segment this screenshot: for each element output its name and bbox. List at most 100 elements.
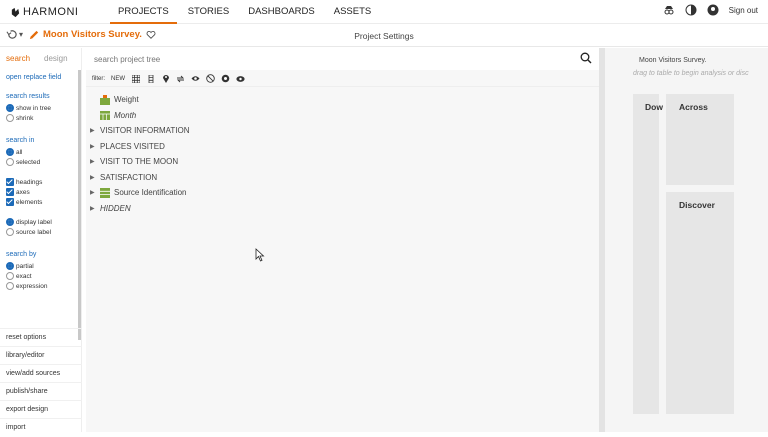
column-icon[interactable]: [146, 74, 155, 83]
tree-folder-source-identification[interactable]: ▶ Source Identification: [86, 185, 600, 201]
discover-label: Discover: [679, 200, 715, 210]
checkbox-checked-icon: [6, 198, 14, 206]
tree-folder-hidden[interactable]: ▶ HIDDEN: [86, 201, 600, 217]
down-drop-zone[interactable]: Dow: [633, 94, 663, 414]
publish-share-link[interactable]: publish/share: [0, 382, 82, 400]
radio-label: show in tree: [16, 104, 52, 112]
tree-item-month[interactable]: Month: [86, 108, 600, 124]
checkbox-checked-icon: [6, 178, 14, 186]
tree-folder-visitor-information[interactable]: ▶ VISITOR INFORMATION: [86, 123, 600, 139]
history-button[interactable]: ▾: [6, 29, 23, 40]
import-link[interactable]: import: [0, 418, 82, 436]
radio-label: shrink: [16, 114, 34, 122]
main-nav: PROJECTS STORIES DASHBOARDS ASSETS: [110, 0, 382, 24]
radio-selected-icon: [6, 262, 14, 270]
expand-triangle-icon[interactable]: ▶: [90, 143, 100, 150]
heart-icon[interactable]: [146, 30, 156, 40]
project-tree: Weight Month ▶ VISITOR INFORMATION ▶ PLACE…: [86, 92, 600, 216]
expand-triangle-icon[interactable]: ▶: [90, 189, 100, 196]
check-label: axes: [16, 188, 30, 196]
check-label: elements: [16, 198, 43, 206]
tree-item-weight[interactable]: Weight: [86, 92, 600, 108]
export-design-link[interactable]: export design: [0, 400, 82, 418]
left-scrollbar[interactable]: [78, 70, 81, 340]
tree-item-label: VISIT TO THE MOON: [100, 157, 179, 167]
weight-variable-icon: [100, 94, 110, 105]
project-tree-panel: filter: NEW Weight Month ▶VISITOR INFORM…: [86, 48, 600, 432]
library-editor-link[interactable]: library/editor: [0, 346, 82, 364]
discover-drop-zone[interactable]: Discover: [666, 192, 734, 414]
swap-icon[interactable]: [176, 74, 185, 83]
left-actions: reset options library/editor view/add so…: [0, 328, 82, 436]
pin-icon[interactable]: [161, 74, 170, 83]
filter-toolbar: filter: NEW: [86, 71, 600, 87]
hide-icon[interactable]: [206, 74, 215, 83]
expand-triangle-icon[interactable]: ▶: [90, 158, 100, 165]
nav-stories[interactable]: STORIES: [180, 0, 238, 24]
toggle-visibility-icon[interactable]: [236, 74, 245, 83]
table-variable-icon: [100, 187, 110, 198]
radio-expression[interactable]: expression: [6, 281, 78, 291]
search-by-heading: search by: [6, 251, 37, 258]
view-add-sources-link[interactable]: view/add sources: [0, 364, 82, 382]
app-logo[interactable]: HARMONI: [10, 6, 78, 18]
tree-item-label: SATISFACTION: [100, 172, 158, 182]
radio-exact[interactable]: exact: [6, 271, 78, 281]
tree-folder-visit-to-the-moon[interactable]: ▶ VISIT TO THE MOON: [86, 154, 600, 170]
tree-folder-places-visited[interactable]: ▶ PLACES VISITED: [86, 139, 600, 155]
drag-hint: drag to table to begin analysis or disc: [633, 70, 749, 77]
expand-triangle-icon[interactable]: ▶: [90, 205, 100, 212]
open-replace-link[interactable]: open replace field: [6, 74, 78, 81]
radio-display-label[interactable]: display label: [6, 217, 78, 227]
across-label: Across: [679, 102, 708, 112]
radio-empty-icon: [6, 114, 14, 122]
search-icon[interactable]: [580, 52, 592, 64]
radio-selected[interactable]: selected: [6, 157, 78, 167]
radio-empty-icon: [6, 282, 14, 290]
spy-icon[interactable]: [663, 4, 675, 16]
tree-folder-satisfaction[interactable]: ▶ SATISFACTION: [86, 170, 600, 186]
left-tabs: search design: [0, 48, 81, 70]
radio-shrink[interactable]: shrink: [6, 113, 78, 123]
expand-triangle-icon[interactable]: ▶: [90, 127, 100, 134]
across-drop-zone[interactable]: Across: [666, 94, 734, 185]
down-label: Dow: [645, 102, 663, 112]
visible-icon[interactable]: [221, 74, 230, 83]
search-in-heading: search in: [6, 137, 35, 144]
tree-search-input[interactable]: [94, 52, 574, 66]
radio-all[interactable]: all: [6, 147, 78, 157]
check-headings[interactable]: headings: [6, 177, 78, 187]
radio-partial[interactable]: partial: [6, 261, 78, 271]
check-axes[interactable]: axes: [6, 187, 78, 197]
brand-name: HARMONI: [23, 6, 79, 18]
tree-item-label: VISITOR INFORMATION: [100, 126, 190, 136]
calendar-variable-icon: [100, 111, 110, 121]
grid-icon[interactable]: [131, 74, 140, 83]
theme-toggle-icon[interactable]: [685, 4, 697, 16]
sign-out-link[interactable]: Sign out: [729, 6, 758, 15]
table-design-panel: Moon Visitors Survey. drag to table to b…: [605, 48, 768, 432]
radio-empty-icon: [6, 272, 14, 280]
nav-assets[interactable]: ASSETS: [326, 0, 380, 24]
top-right-controls: Sign out: [663, 4, 758, 16]
nav-projects[interactable]: PROJECTS: [110, 0, 177, 24]
mouse-cursor-icon: [255, 248, 265, 262]
project-name[interactable]: Moon Visitors Survey.: [29, 29, 156, 40]
radio-show-in-tree[interactable]: show in tree: [6, 103, 78, 113]
tab-search[interactable]: search: [0, 48, 38, 70]
nav-dashboards[interactable]: DASHBOARDS: [240, 0, 323, 24]
user-icon[interactable]: [707, 4, 719, 16]
reset-options-link[interactable]: reset options: [0, 328, 82, 346]
tab-design[interactable]: design: [38, 48, 76, 70]
eye-icon[interactable]: [191, 74, 200, 83]
check-elements[interactable]: elements: [6, 197, 78, 207]
filter-label: filter:: [92, 75, 106, 82]
filter-new-button[interactable]: NEW: [111, 76, 125, 82]
expand-triangle-icon[interactable]: ▶: [90, 174, 100, 181]
history-icon: [6, 30, 17, 39]
tree-search-bar: [86, 48, 600, 70]
radio-selected-icon: [6, 218, 14, 226]
radio-source-label[interactable]: source label: [6, 227, 78, 237]
radio-empty-icon: [6, 158, 14, 166]
radio-label: expression: [16, 282, 48, 290]
